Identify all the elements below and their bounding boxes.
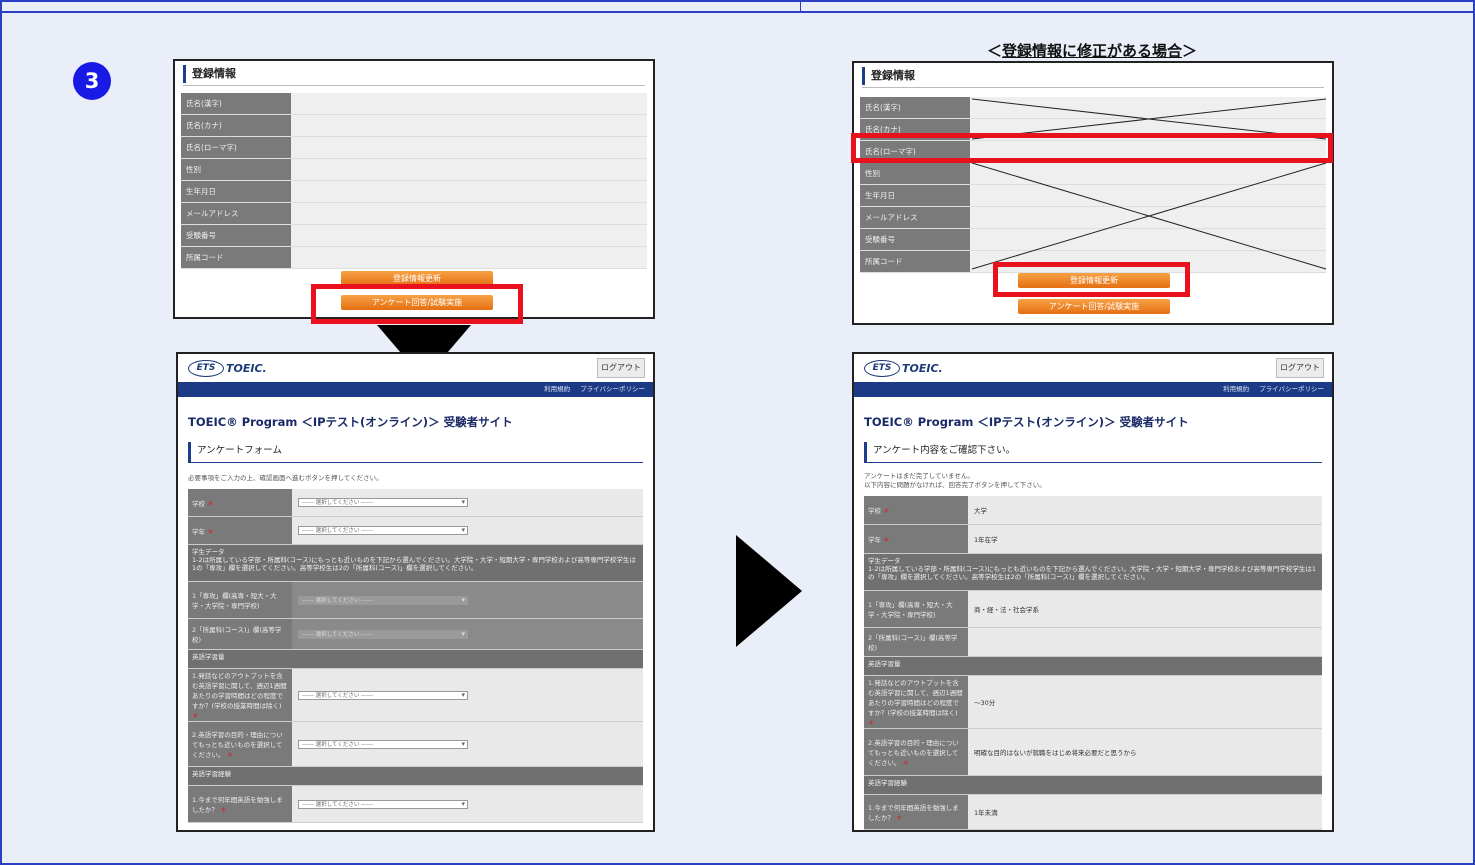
nav-link-privacy[interactable]: プライバシーポリシー: [580, 385, 645, 393]
confirm-row-purpose: 2.英語学習の目的・理由についてもっとも近いものを選択してください。 ＊明確な目…: [864, 729, 1322, 776]
form-row-years: 1.今まで何年間英語を勉強しましたか？ ＊ ------ 選択してください ---…: [188, 786, 643, 823]
step-number-badge: 3: [73, 62, 111, 100]
nav-link-terms[interactable]: 利用規約: [544, 385, 570, 393]
confirm-row-grade: 学年 ＊ 1年在学: [864, 525, 1322, 554]
english-study-header: 英語学習量: [188, 650, 643, 669]
site-navbar: 利用規約 プライバシーポリシー: [854, 382, 1332, 397]
registration-table: 氏名(漢字) 氏名(カナ) 氏名(ローマ字) 性別 生年月日 メールアドレス 受…: [181, 93, 647, 269]
table-row: 所属コード: [181, 247, 647, 269]
course-select[interactable]: ------ 選択してください ------: [298, 629, 468, 639]
years-select[interactable]: ------ 選択してください ------: [298, 799, 468, 809]
student-data-header: 学生データ 1-2は所属している学部・所属科(コース)にもっとも近いものを下記から…: [864, 554, 1322, 591]
purpose-select[interactable]: ------ 選択してください ------: [298, 739, 468, 749]
english-history-header: 英語学習経験: [864, 776, 1322, 795]
toeic-logo: TOEIC.: [226, 362, 267, 375]
form-row-major: 1「専攻」欄(高専・短大・大学・大学院・専門学校) ------ 選択してください…: [188, 582, 643, 619]
english-history-header: 英語学習経験: [188, 767, 643, 786]
grade-select[interactable]: ------ 選択してください ------: [298, 526, 468, 535]
site-title: TOEIC® Program ＜IPテスト(オンライン)＞ 受験者サイト: [864, 415, 1189, 429]
form-row-course: 2「所属科(コース)」欄(高等学校) ------ 選択してください ------: [188, 619, 643, 650]
instruction-frame: 3 ＜登録情報に修正がある場合＞ 登録情報 氏名(漢字) 氏名(カナ) 氏名(ロ…: [0, 0, 1475, 865]
nav-link-privacy[interactable]: プライバシーポリシー: [1259, 385, 1324, 393]
table-row: 受験番号: [181, 225, 647, 247]
form-heading: アンケートフォーム: [188, 442, 643, 463]
nav-link-terms[interactable]: 利用規約: [1223, 385, 1249, 393]
english-study-header: 英語学習量: [864, 657, 1322, 676]
table-row: 氏名(漢字): [181, 93, 647, 115]
site-header: ETS TOEIC. ログアウト: [854, 354, 1332, 382]
major-select[interactable]: ------ 選択してください ------: [298, 595, 468, 605]
confirm-row-hours: 1.発話などのアウトプットを含む英語学習に関して、週辺1週間あたりの学習時間はど…: [864, 676, 1322, 729]
confirm-row-years: 1.今まで何年間英語を勉強しましたか？ ＊ 1年未満: [864, 795, 1322, 830]
ets-logo: ETS: [188, 360, 224, 377]
confirm-row-major: 1「専攻」欄(高専・短大・大学・大学院・専門学校) 商・経・法・社会学系: [864, 591, 1322, 628]
highlight-romaji-name-row: [851, 133, 1333, 163]
table-row: 氏名(ローマ字): [181, 137, 647, 159]
survey-test-button[interactable]: アンケート回答/試験実施: [1018, 299, 1170, 314]
form-row-purpose: 2.英語学習の目的・理由についてもっとも近いものを選択してください。 ＊ ----…: [188, 722, 643, 767]
logout-button[interactable]: ログアウト: [1276, 358, 1324, 378]
table-row: メールアドレス: [181, 203, 647, 225]
site-navbar: 利用規約 プライバシーポリシー: [178, 382, 653, 397]
correction-caption: ＜登録情報に修正がある場合＞: [986, 42, 1198, 60]
table-row: 氏名(カナ): [181, 115, 647, 137]
school-select[interactable]: ------ 選択してください ------: [298, 498, 468, 507]
highlight-update-button: [993, 262, 1190, 297]
confirm-row-school: 学校 ＊大学: [864, 496, 1322, 525]
hours-select[interactable]: ------ 選択してください ------: [298, 690, 468, 700]
form-intro: 必要事項をご入力の上、確認画面へ進むボタンを押してください。: [188, 474, 383, 482]
form-row-grade: 学年 ＊ ------ 選択してください ------: [188, 517, 643, 545]
confirm-row-course: 2「所属科(コース)」欄(高等学校): [864, 628, 1322, 657]
site-title: TOEIC® Program ＜IPテスト(オンライン)＞ 受験者サイト: [188, 415, 513, 429]
highlight-survey-button: [311, 284, 523, 324]
toeic-logo: TOEIC.: [902, 362, 943, 375]
form-row-hours: 1.発話などのアウトプットを含む英語学習に関して、週辺1週間あたりの学習時間はど…: [188, 669, 643, 722]
table-row: 性別: [181, 159, 647, 181]
site-header: ETS TOEIC. ログアウト: [178, 354, 653, 382]
confirm-heading: アンケート内容をご確認下さい。: [864, 442, 1322, 463]
table-row: 生年月日: [181, 181, 647, 203]
survey-confirm-screenshot: ETS TOEIC. ログアウト 利用規約 プライバシーポリシー TOEIC® P…: [852, 352, 1334, 832]
student-data-header: 学生データ 1-2は所属している学部・所属科(コース)にもっとも近いものを下記から…: [188, 545, 643, 582]
survey-form-table: 学校 ＊------ 選択してください ------ 学年 ＊------ 選択…: [188, 489, 643, 823]
logout-button[interactable]: ログアウト: [597, 358, 645, 378]
confirm-table: 学校 ＊大学 学年 ＊ 1年在学 学生データ 1-2は所属している学部・所属科(コー…: [864, 496, 1322, 830]
form-row-school: 学校 ＊ ------ 選択してください ------: [188, 489, 643, 517]
registration-screenshot-left: 登録情報 氏名(漢字) 氏名(カナ) 氏名(ローマ字) 性別 生年月日 メールア…: [173, 59, 655, 319]
top-divider: [2, 2, 1473, 13]
confirm-intro: アンケートはまだ完了していません。 以下内容に問題がなければ、回答完了ボタンを押し…: [864, 472, 1046, 489]
right-arrow-icon: [736, 535, 802, 647]
registration-title: 登録情報: [183, 65, 236, 83]
survey-form-screenshot: ETS TOEIC. ログアウト 利用規約 プライバシーポリシー TOEIC® P…: [176, 352, 655, 832]
ets-logo: ETS: [864, 360, 900, 377]
